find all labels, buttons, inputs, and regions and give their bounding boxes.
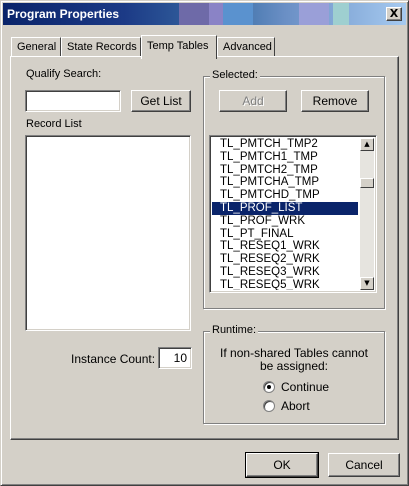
tab-state-records[interactable]: State Records xyxy=(61,37,141,57)
tab-temp-tables[interactable]: Temp Tables xyxy=(141,35,217,59)
list-item[interactable]: TL_PMTCHD_TMP xyxy=(212,189,358,202)
remove-button[interactable]: Remove xyxy=(301,90,369,112)
cancel-button[interactable]: Cancel xyxy=(328,453,400,477)
window-title: Program Properties xyxy=(7,7,120,21)
record-list-label: Record List xyxy=(26,118,82,130)
scroll-thumb[interactable] xyxy=(360,178,374,188)
close-button[interactable]: X xyxy=(386,7,402,21)
qualify-search-label: Qualify Search: xyxy=(26,68,102,80)
selected-items: TL_PMTCH_TMP2 TL_PMTCH1_TMP TL_PMTCH2_TM… xyxy=(212,138,358,290)
tab-advanced[interactable]: Advanced xyxy=(217,37,275,57)
abort-radio[interactable]: Abort xyxy=(263,399,310,413)
record-list-box[interactable] xyxy=(25,135,191,331)
list-item[interactable]: TL_PMTCH2_TMP xyxy=(212,164,358,177)
radio-checked-icon xyxy=(263,381,275,393)
instance-count-label: Instance Count: xyxy=(71,352,156,366)
continue-radio[interactable]: Continue xyxy=(263,380,329,394)
program-properties-dialog: Program Properties X General State Recor… xyxy=(0,0,409,486)
instance-count-input[interactable]: 10 xyxy=(158,347,192,369)
get-list-button[interactable]: Get List xyxy=(131,90,191,112)
list-item[interactable]: TL_PT_FINAL xyxy=(212,228,358,241)
list-item-selected[interactable]: TL_PROF_LIST xyxy=(212,201,358,215)
list-item[interactable]: TL_RESEQ3_WRK xyxy=(212,266,358,279)
list-item[interactable]: TL_RESEQ2_WRK xyxy=(212,253,358,266)
runtime-message-line2: be assigned: xyxy=(259,359,329,373)
list-item[interactable]: TL_PMTCH1_TMP xyxy=(212,151,358,164)
selected-legend: Selected: xyxy=(210,69,260,81)
qualify-search-input[interactable] xyxy=(25,90,121,112)
runtime-legend: Runtime: xyxy=(210,324,259,336)
selected-tables-list[interactable]: TL_PMTCH_TMP2 TL_PMTCH1_TMP TL_PMTCH2_TM… xyxy=(209,135,377,293)
scroll-down-icon[interactable]: ▼ xyxy=(360,277,374,290)
tab-general[interactable]: General xyxy=(11,37,61,57)
list-scrollbar[interactable]: ▲ ▼ xyxy=(360,138,374,290)
radio-unchecked-icon xyxy=(263,400,275,412)
list-item[interactable]: TL_PROF_WRK xyxy=(212,215,358,228)
scroll-up-icon[interactable]: ▲ xyxy=(360,138,374,151)
add-button[interactable]: Add xyxy=(219,90,287,112)
list-item[interactable]: TL_PMTCHA_TMP xyxy=(212,176,358,189)
ok-button[interactable]: OK xyxy=(245,452,319,478)
runtime-message: If non-shared Tables cannot xyxy=(220,346,368,360)
list-item[interactable]: TL_PMTCH_TMP2 xyxy=(212,138,358,151)
list-item[interactable]: TL_RESEQ5_WRK xyxy=(212,279,358,290)
close-icon: X xyxy=(389,7,399,20)
list-item[interactable]: TL_RESEQ1_WRK xyxy=(212,240,358,253)
title-bar[interactable]: Program Properties X xyxy=(3,3,406,25)
